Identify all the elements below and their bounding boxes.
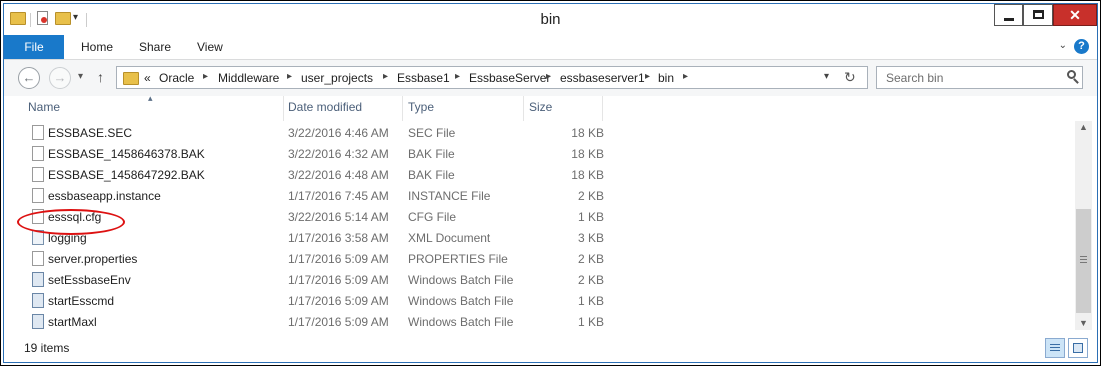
back-button[interactable]: ← — [18, 67, 40, 89]
file-icon — [32, 251, 44, 266]
tab-view[interactable]: View — [197, 35, 223, 59]
column-header-size[interactable]: Size — [529, 100, 552, 114]
table-row[interactable]: ESSBASE.SEC 3/22/2016 4:46 AM SEC File 1… — [4, 123, 604, 144]
table-row[interactable]: startMaxl 1/17/2016 5:09 AM Windows Batc… — [4, 312, 604, 333]
batch-icon — [32, 272, 44, 287]
title-bar: ▾ bin ✕ — [4, 4, 1097, 35]
table-row[interactable]: ESSBASE_1458646378.BAK 3/22/2016 4:32 AM… — [4, 144, 604, 165]
chevron-right-icon[interactable]: ▸ — [645, 71, 650, 82]
tab-share[interactable]: Share — [139, 35, 171, 59]
table-row[interactable]: server.properties 1/17/2016 5:09 AM PROP… — [4, 249, 604, 270]
scroll-up-icon[interactable]: ▲ — [1079, 122, 1088, 132]
table-row[interactable]: startEsscmd 1/17/2016 5:09 AM Windows Ba… — [4, 291, 604, 312]
forward-button[interactable]: → — [49, 67, 71, 89]
details-view-icon — [1050, 344, 1060, 345]
chevron-right-icon[interactable]: ▸ — [203, 71, 208, 82]
navigation-bar: ← → ▾ ↑ « Oracle ▸ Middleware ▸ user_pro… — [4, 60, 1097, 96]
forward-arrow-icon: → — [53, 70, 67, 85]
file-icon — [32, 167, 44, 182]
tab-home[interactable]: Home — [81, 35, 113, 59]
breadcrumb-essbaseserver1[interactable]: essbaseserver1 — [560, 71, 645, 85]
file-icon — [32, 125, 44, 140]
details-view-button[interactable] — [1045, 338, 1065, 358]
batch-icon — [32, 314, 44, 329]
scrollbar-thumb[interactable] — [1076, 209, 1091, 313]
explorer-window: ▾ bin ✕ File Home Share View ⌄ ? ← → ▾ ↑… — [3, 3, 1098, 363]
maximize-icon — [1033, 10, 1044, 19]
grip-icon — [1080, 256, 1087, 257]
chevron-right-icon[interactable]: ▸ — [383, 71, 388, 82]
search-box[interactable]: Search bin — [876, 66, 1083, 89]
table-row[interactable]: ESSBASE_1458647292.BAK 3/22/2016 4:48 AM… — [4, 165, 604, 186]
status-bar: 19 items — [4, 338, 1097, 360]
large-icons-view-button[interactable] — [1068, 338, 1088, 358]
highlight-circle — [17, 209, 125, 235]
column-header-type[interactable]: Type — [408, 100, 434, 114]
batch-icon — [32, 293, 44, 308]
close-icon: ✕ — [1069, 7, 1081, 23]
minimize-button[interactable] — [994, 4, 1023, 26]
column-header-date[interactable]: Date modified — [288, 100, 362, 114]
help-icon[interactable]: ? — [1074, 39, 1089, 54]
breadcrumb-bin[interactable]: bin — [658, 71, 674, 85]
column-header-name[interactable]: Name — [28, 100, 60, 114]
large-icons-view-icon — [1073, 343, 1083, 353]
refresh-icon[interactable]: ↻ — [844, 69, 856, 86]
chevron-right-icon[interactable]: ▸ — [455, 71, 460, 82]
breadcrumb-overflow[interactable]: « — [144, 71, 151, 85]
close-button[interactable]: ✕ — [1053, 4, 1097, 26]
expand-ribbon-icon[interactable]: ⌄ — [1059, 40, 1067, 51]
up-arrow-icon[interactable]: ↑ — [97, 69, 104, 85]
address-bar[interactable]: « Oracle ▸ Middleware ▸ user_projects ▸ … — [116, 66, 868, 89]
breadcrumb-essbaseserver[interactable]: EssbaseServer — [469, 71, 550, 85]
breadcrumb-essbase1[interactable]: Essbase1 — [397, 71, 450, 85]
item-count: 19 items — [24, 341, 70, 355]
breadcrumb-middleware[interactable]: Middleware — [218, 71, 279, 85]
table-row[interactable]: setEssbaseEnv 1/17/2016 5:09 AM Windows … — [4, 270, 604, 291]
table-row[interactable]: essbaseapp.instance 1/17/2016 7:45 AM IN… — [4, 186, 604, 207]
scroll-down-icon[interactable]: ▼ — [1079, 318, 1088, 328]
vertical-scrollbar[interactable]: ▲ ▼ — [1075, 121, 1092, 330]
back-arrow-icon: ← — [22, 70, 36, 85]
sort-ascending-icon: ▴ — [148, 93, 153, 103]
tab-file[interactable]: File — [4, 35, 64, 59]
maximize-button[interactable] — [1023, 4, 1053, 26]
chevron-right-icon[interactable]: ▸ — [287, 71, 292, 82]
ribbon: File Home Share View ⌄ ? — [4, 35, 1097, 60]
chevron-right-icon[interactable]: ▸ — [683, 71, 688, 82]
search-input[interactable]: Search bin — [886, 71, 943, 85]
column-headers: ▴ Name Date modified Type Size — [4, 93, 1097, 121]
address-dropdown-icon[interactable]: ▾ — [824, 71, 829, 82]
file-icon — [32, 146, 44, 161]
breadcrumb-oracle[interactable]: Oracle — [159, 71, 194, 85]
breadcrumb-user-projects[interactable]: user_projects — [301, 71, 373, 85]
minimize-icon — [1004, 18, 1014, 21]
file-icon — [32, 188, 44, 203]
folder-icon — [123, 72, 139, 85]
chevron-right-icon[interactable]: ▸ — [546, 71, 551, 82]
recent-locations-icon[interactable]: ▾ — [78, 71, 83, 82]
window-title: bin — [540, 11, 561, 28]
